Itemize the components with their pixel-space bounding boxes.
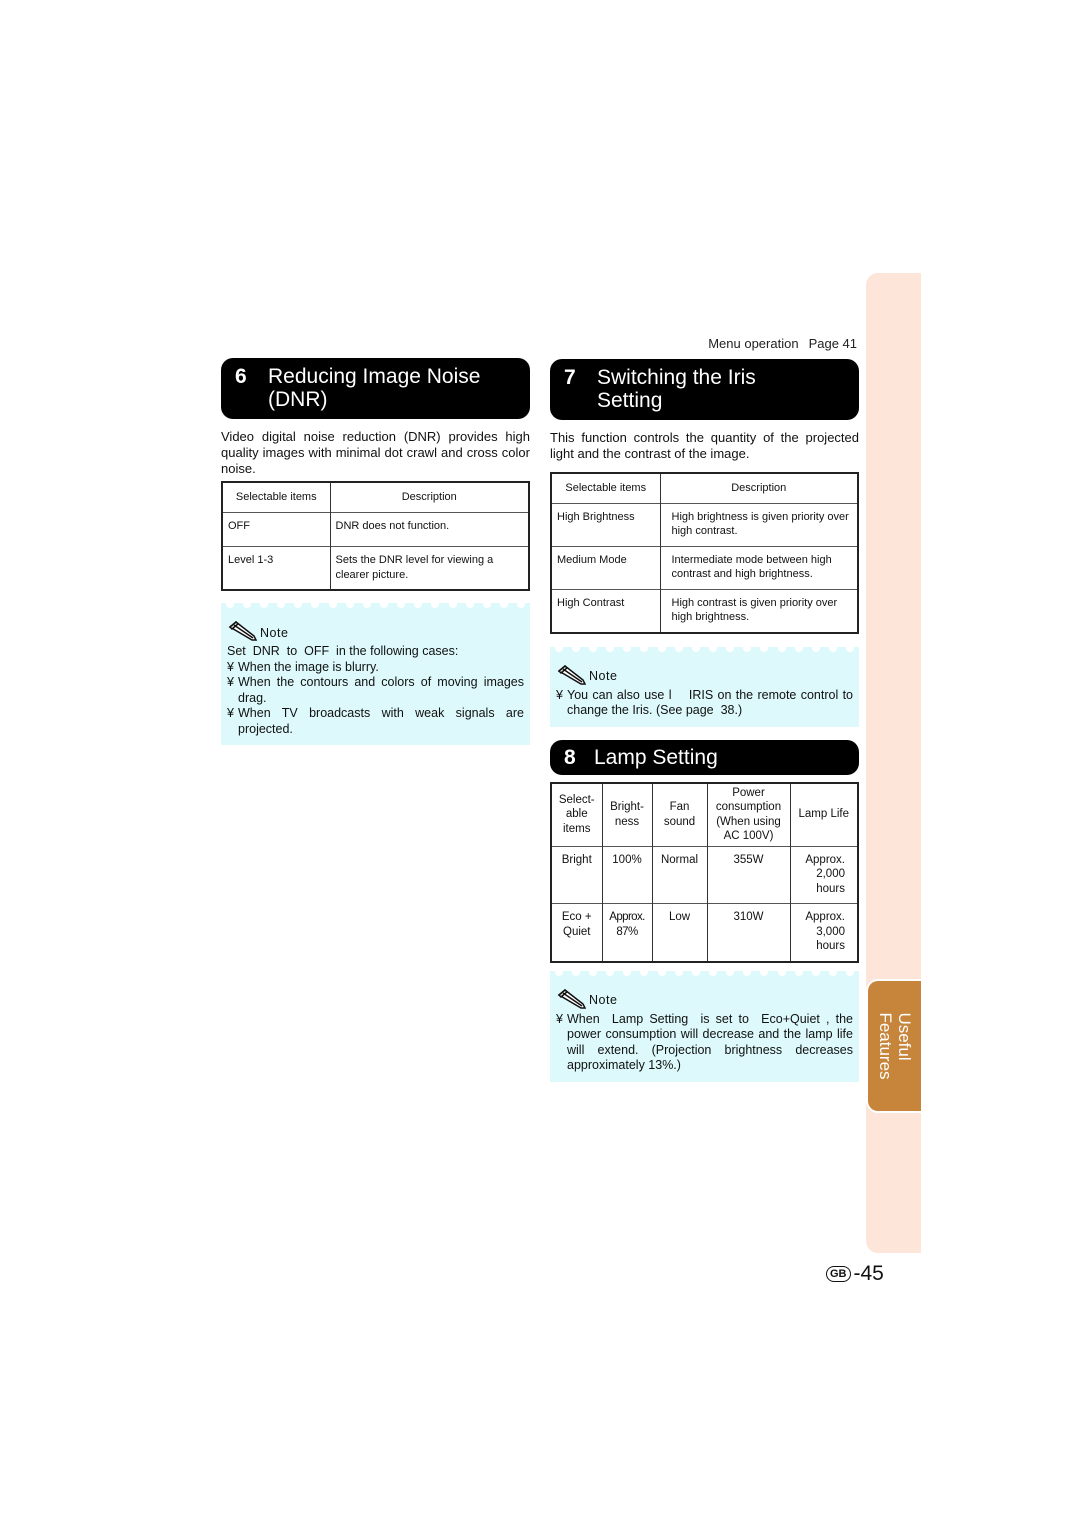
menu-operation-reference: Menu operation Page 41: [550, 336, 859, 358]
table-cell: High contrast is given priority over hig…: [659, 588, 858, 633]
table-header-cell: Selectable items: [235, 491, 317, 503]
table-header-cell: Description: [659, 473, 858, 503]
section-title: Lamp Setting: [594, 745, 718, 769]
side-tab-label: Useful Features: [875, 1012, 914, 1080]
table-header-cell: Selectable items: [565, 482, 647, 494]
note-box: Note ¥ You can also use l IRIS on the rem…: [550, 643, 859, 727]
table-header-cell: Power consumption (When using AC 100V): [706, 782, 790, 846]
table-cell: 355W: [706, 845, 790, 904]
table-cell: 310W: [706, 903, 790, 962]
note-bullet: ¥ When the contours and colors of moving …: [227, 675, 524, 705]
pencil-icon: [557, 988, 587, 1009]
lamp-table: Select-able items Bright-ness Fan sound …: [550, 781, 859, 963]
table-cell: 100%: [601, 845, 652, 904]
table-cell: Eco + Quiet: [551, 903, 602, 962]
note-label: Note: [260, 625, 289, 640]
side-tab-useful-features[interactable]: Useful Features: [866, 979, 921, 1113]
section-title: Reducing Image Noise (DNR): [268, 365, 481, 411]
table-header-cell: Description: [329, 482, 529, 512]
section-heading: 7 Switching the Iris Setting: [550, 359, 859, 420]
table-header-row: Selectable items Description: [222, 482, 529, 512]
table-cell: Normal: [651, 845, 707, 904]
note-lead: Set DNR to OFF in the following cases:: [227, 644, 459, 658]
note-perforation: [550, 643, 859, 654]
table-header-cell: Bright-ness: [601, 782, 652, 846]
section-heading: 6 Reducing Image Noise (DNR): [221, 358, 530, 419]
table-row: Bright 100% Normal 355W Approx. 2,000 ho…: [551, 845, 858, 904]
menu-page-link[interactable]: Page 41: [809, 336, 857, 351]
table-header-cell: Lamp Life: [789, 782, 858, 846]
table-row: Medium Mode Intermediate mode between hi…: [551, 545, 858, 589]
page-number-text: -45: [853, 1262, 884, 1285]
region-badge-icon: GB: [826, 1266, 851, 1282]
table-cell: Sets the DNR level for viewing a clearer…: [329, 546, 529, 590]
section-number: 8: [564, 745, 576, 769]
page-number: GB -45: [826, 1262, 884, 1286]
table-row: OFF DNR does not function.: [222, 511, 529, 547]
right-column: Menu operation Page 41 7 Switching the Ir…: [550, 336, 859, 1082]
table-cell: OFF: [222, 511, 330, 547]
note-header: Note: [556, 663, 853, 685]
pencil-icon: [557, 664, 587, 685]
menu-operation-label: Menu operation: [708, 336, 799, 351]
table-row: High Brightness High brightness is given…: [551, 502, 858, 546]
note-bullet: ¥ When the image is blurry.: [227, 659, 379, 674]
table-row: Eco + Quiet Approx. 87% Low 310W Approx.…: [551, 903, 858, 962]
table-cell: High Contrast: [551, 588, 660, 633]
section-dnr: 6 Reducing Image Noise (DNR) Video digit…: [221, 358, 530, 745]
table-cell: Bright: [551, 845, 602, 904]
note-box: Note Set DNR to OFF in the following cas…: [221, 600, 530, 745]
table-header-cell: Fan sound: [651, 782, 707, 846]
section-number: 6: [235, 365, 247, 388]
dnr-table: Selectable items Description OFF DNR doe…: [221, 481, 530, 591]
note-header: Note: [227, 619, 524, 641]
section-intro: This function controls the quantity of t…: [550, 430, 859, 461]
table-cell: Low: [651, 903, 707, 962]
pencil-icon: [228, 621, 258, 641]
section-title: Switching the Iris Setting: [597, 366, 756, 412]
table-cell: Level 1-3: [222, 546, 330, 590]
note-box: Note ¥ When Lamp Setting is set to Eco+Qu…: [550, 967, 859, 1082]
note-perforation: [221, 600, 530, 610]
table-cell: Approx. 3,000 hours: [789, 903, 858, 962]
table-cell: Medium Mode: [551, 545, 660, 589]
table-cell: DNR does not function.: [329, 511, 529, 547]
table-header-row: Selectable items Description: [551, 473, 858, 503]
section-heading: 8 Lamp Setting: [550, 739, 859, 775]
table-cell: High brightness is given priority over h…: [659, 502, 858, 546]
table-row: High Contrast High contrast is given pri…: [551, 588, 858, 633]
table-row: Level 1-3 Sets the DNR level for viewing…: [222, 546, 529, 590]
iris-table: Selectable items Description High Bright…: [550, 472, 859, 634]
note-header: Note: [556, 987, 853, 1009]
table-cell: Approx. 87%: [601, 903, 652, 962]
note-label: Note: [589, 993, 618, 1007]
table-header-cell: Select-able items: [558, 793, 595, 835]
note-bullet: ¥ You can also use l IRIS on the remote c…: [556, 687, 857, 718]
note-label: Note: [589, 669, 618, 683]
note-bullet: ¥ When Lamp Setting is set to Eco+Quiet ,…: [556, 1011, 857, 1073]
table-cell: Intermediate mode between high contrast …: [659, 545, 858, 589]
note-perforation: [550, 967, 859, 978]
section-number: 7: [564, 366, 576, 389]
section-intro: Video digital noise reduction (DNR) prov…: [221, 429, 530, 476]
note-bullet: ¥ When TV broadcasts with weak signals ar…: [227, 706, 524, 736]
table-cell: Approx. 2,000 hours: [789, 845, 858, 904]
table-cell: High Brightness: [551, 502, 660, 546]
table-header-row: Select-able items Bright-ness Fan sound …: [551, 782, 858, 846]
